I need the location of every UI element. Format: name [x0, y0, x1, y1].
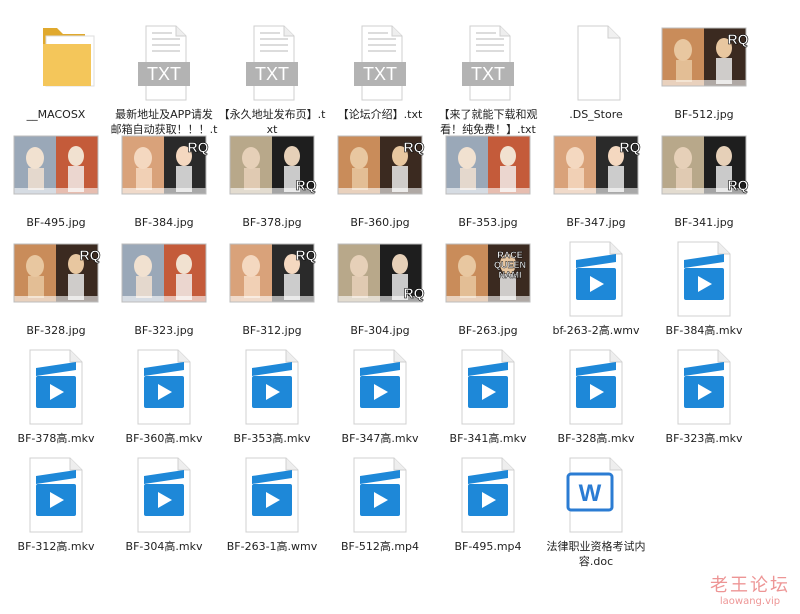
file-item-bf-384-mkv[interactable]: BF-384高.mkv — [650, 222, 758, 337]
file-item-bf-341-jpg[interactable]: RQ BF-341.jpg — [650, 114, 758, 229]
file-item-bf-512-jpg[interactable]: RQ BF-512.jpg — [650, 6, 758, 121]
file-name-label: BF-263-1高.wmv — [226, 540, 318, 553]
video-file-icon — [110, 348, 218, 426]
video-file-icon — [218, 348, 326, 426]
file-item-txt[interactable]: TXT 【永久地址发布页】.txt — [218, 6, 326, 136]
image-thumbnail: RQ — [218, 240, 326, 318]
folder-icon — [2, 24, 110, 102]
svg-text:QUEEN: QUEEN — [494, 260, 526, 270]
image-thumbnail: RQ — [110, 132, 218, 210]
txt-file-icon: TXT — [110, 24, 218, 102]
blank-file-icon — [542, 24, 650, 102]
file-item-bf-263-jpg[interactable]: RACE QUEEN NAMI BF-263.jpg — [434, 222, 542, 337]
svg-text:RACE: RACE — [497, 250, 523, 260]
image-thumbnail — [110, 240, 218, 318]
svg-text:RQ: RQ — [404, 139, 425, 155]
video-file-icon — [2, 456, 110, 534]
file-item-bf-323-mkv[interactable]: BF-323高.mkv — [650, 330, 758, 445]
file-item-bf-353-mkv[interactable]: BF-353高.mkv — [218, 330, 326, 445]
image-thumbnail: RQ — [650, 132, 758, 210]
file-item-bf-312-jpg[interactable]: RQ BF-312.jpg — [218, 222, 326, 337]
file-item-bf-263-1-wmv[interactable]: BF-263-1高.wmv — [218, 438, 326, 553]
video-file-icon — [650, 240, 758, 318]
file-item-doc[interactable]: W 法律职业资格考试内容.doc — [542, 438, 650, 568]
video-file-icon — [542, 348, 650, 426]
file-item-macosx[interactable]: __MACOSX — [2, 6, 110, 121]
image-thumbnail: RQ — [542, 132, 650, 210]
file-item-bf-323-jpg[interactable]: BF-323.jpg — [110, 222, 218, 337]
svg-text:RQ: RQ — [296, 247, 317, 263]
video-file-icon — [326, 456, 434, 534]
svg-text:RQ: RQ — [80, 247, 101, 263]
file-item-txt[interactable]: TXT 【来了就能下载和观看！纯免费！】.txt — [434, 6, 542, 136]
file-name-label: BF-323高.mkv — [665, 432, 743, 445]
svg-text:TXT: TXT — [363, 64, 397, 84]
file-item-bf-495-mp4[interactable]: BF-495.mp4 — [434, 438, 542, 553]
file-item-bf-328-jpg[interactable]: RQ BF-328.jpg — [2, 222, 110, 337]
file-item-bf-353-jpg[interactable]: BF-353.jpg — [434, 114, 542, 229]
file-item-bf-347-mkv[interactable]: BF-347高.mkv — [326, 330, 434, 445]
file-item-bf-328-mkv[interactable]: BF-328高.mkv — [542, 330, 650, 445]
svg-text:NAMI: NAMI — [499, 270, 522, 280]
svg-text:RQ: RQ — [188, 139, 209, 155]
video-file-icon — [434, 348, 542, 426]
file-item-bf-360-jpg[interactable]: RQ BF-360.jpg — [326, 114, 434, 229]
txt-file-icon: TXT — [218, 24, 326, 102]
file-name-label: BF-495.mp4 — [454, 540, 522, 553]
image-thumbnail: RQ — [326, 240, 434, 318]
svg-text:TXT: TXT — [255, 64, 289, 84]
file-item-bf-304-mkv[interactable]: BF-304高.mkv — [110, 438, 218, 553]
svg-text:RQ: RQ — [404, 285, 425, 301]
file-item-bf-512-mp4[interactable]: BF-512高.mp4 — [326, 438, 434, 553]
file-item-bf-263-2-wmv[interactable]: bf-263-2高.wmv — [542, 222, 650, 337]
txt-file-icon: TXT — [434, 24, 542, 102]
file-item-bf-495-jpg[interactable]: BF-495.jpg — [2, 114, 110, 229]
file-item-bf-347-jpg[interactable]: RQ BF-347.jpg — [542, 114, 650, 229]
word-doc-icon: W — [542, 456, 650, 534]
video-file-icon — [650, 348, 758, 426]
image-thumbnail: RQ — [218, 132, 326, 210]
file-name-label: BF-312高.mkv — [17, 540, 95, 553]
file-item-txt[interactable]: TXT 【论坛介绍】.txt — [326, 6, 434, 121]
svg-text:RQ: RQ — [728, 177, 749, 193]
video-file-icon — [542, 240, 650, 318]
file-item-bf-312-mkv[interactable]: BF-312高.mkv — [2, 438, 110, 553]
file-item-ds-store[interactable]: .DS_Store — [542, 6, 650, 121]
svg-text:RQ: RQ — [620, 139, 641, 155]
video-file-icon — [110, 456, 218, 534]
file-name-label: BF-512高.mp4 — [340, 540, 420, 553]
image-thumbnail — [2, 132, 110, 210]
image-thumbnail: RACE QUEEN NAMI — [434, 240, 542, 318]
video-file-icon — [2, 348, 110, 426]
txt-file-icon: TXT — [326, 24, 434, 102]
file-item-bf-378-mkv[interactable]: BF-378高.mkv — [2, 330, 110, 445]
file-item-bf-360-mkv[interactable]: BF-360高.mkv — [110, 330, 218, 445]
file-item-bf-341-mkv[interactable]: BF-341高.mkv — [434, 330, 542, 445]
svg-text:TXT: TXT — [471, 64, 505, 84]
file-name-label: 法律职业资格考试内容.doc — [546, 540, 646, 568]
file-grid: __MACOSX TXT 最新地址及APP请发邮箱自动获取！！！.txt TXT… — [0, 0, 800, 614]
svg-text:RQ: RQ — [728, 31, 749, 47]
file-item-app-txt[interactable]: TXT 最新地址及APP请发邮箱自动获取！！！.txt — [110, 6, 218, 150]
svg-text:W: W — [579, 480, 602, 507]
image-thumbnail — [434, 132, 542, 210]
file-name-label: BF-304高.mkv — [125, 540, 203, 553]
file-item-bf-384-jpg[interactable]: RQ BF-384.jpg — [110, 114, 218, 229]
video-file-icon — [434, 456, 542, 534]
video-file-icon — [218, 456, 326, 534]
svg-text:RQ: RQ — [296, 177, 317, 193]
image-thumbnail: RQ — [650, 24, 758, 102]
file-item-bf-304-jpg[interactable]: RQ BF-304.jpg — [326, 222, 434, 337]
image-thumbnail: RQ — [326, 132, 434, 210]
video-file-icon — [326, 348, 434, 426]
file-item-bf-378-jpg[interactable]: RQ BF-378.jpg — [218, 114, 326, 229]
svg-text:TXT: TXT — [147, 64, 181, 84]
image-thumbnail: RQ — [2, 240, 110, 318]
